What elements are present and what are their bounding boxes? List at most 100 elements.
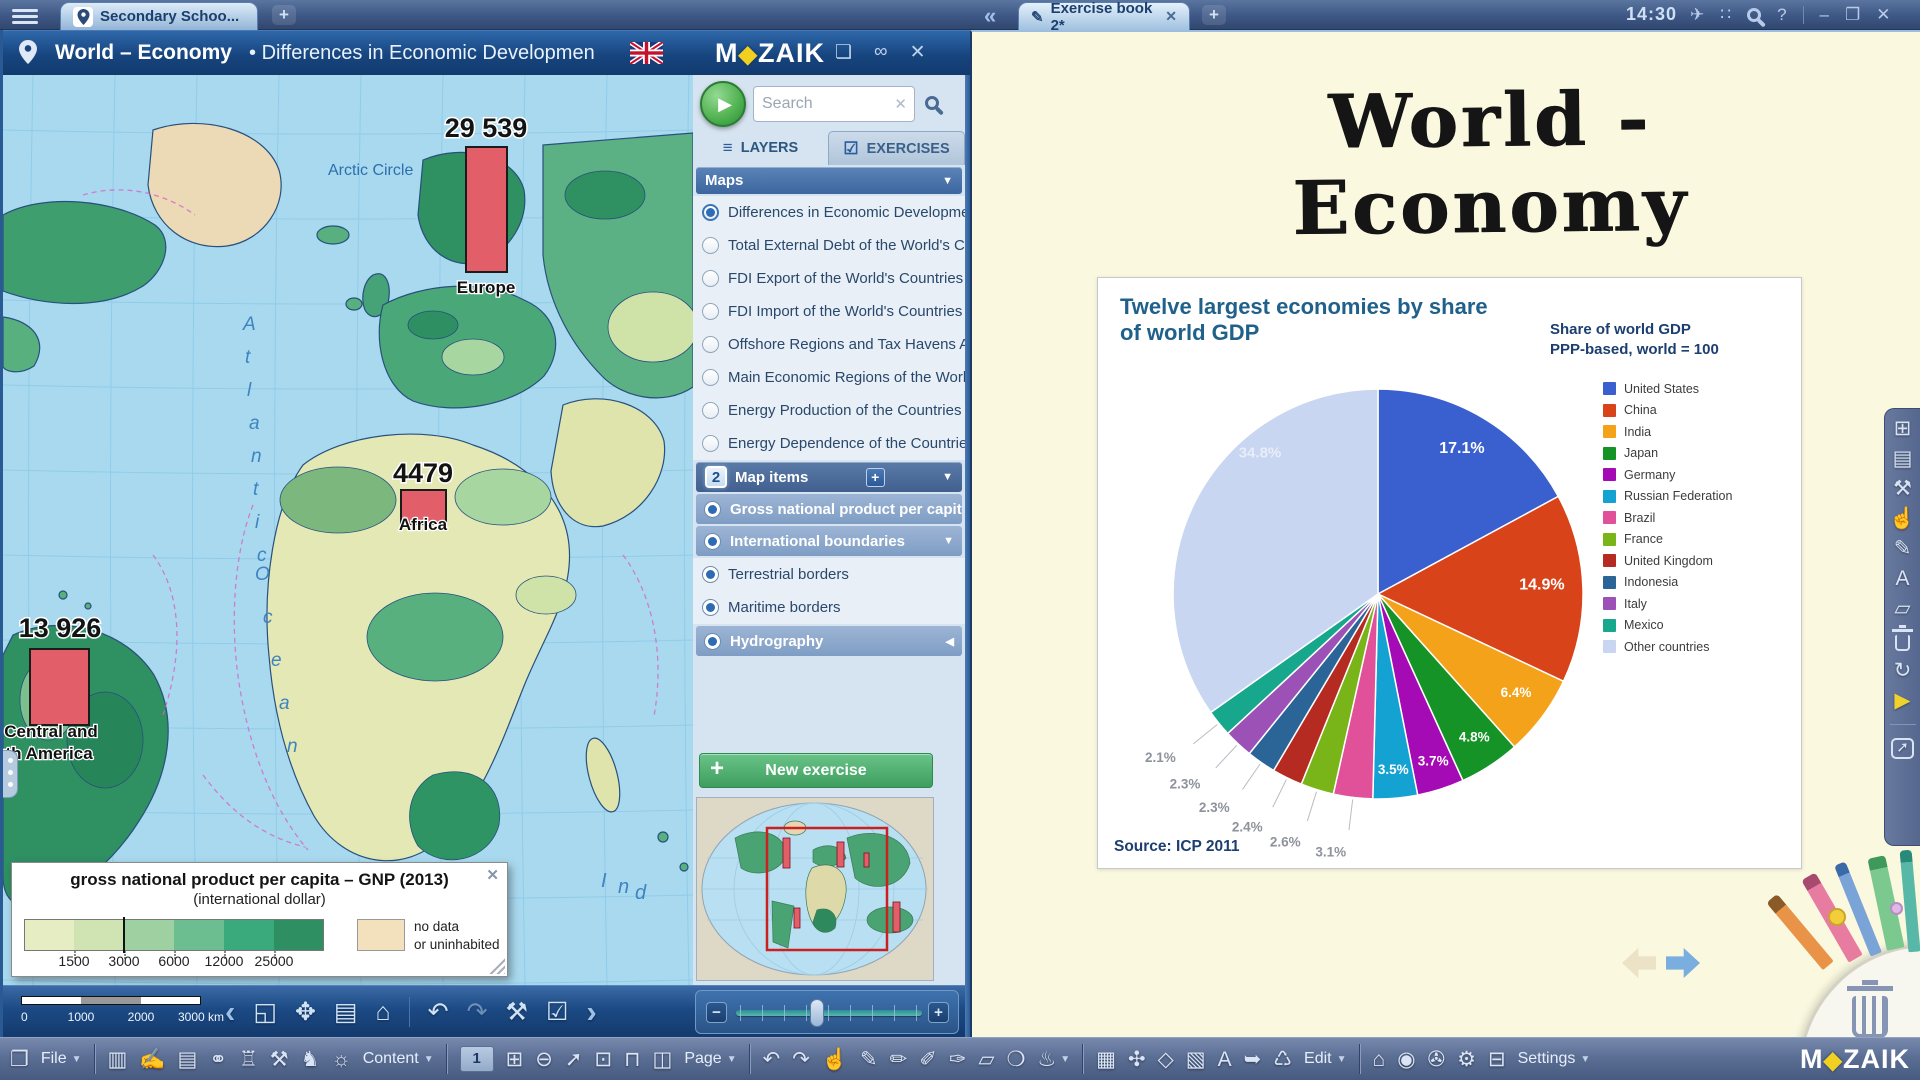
tools-icon[interactable]: ⚒ xyxy=(506,997,528,1027)
layer-group-hydrography[interactable]: Hydrography◀ xyxy=(696,626,962,656)
layer-toggle[interactable] xyxy=(704,633,721,650)
layer-item[interactable]: Terrestrial borders xyxy=(693,558,965,591)
search-icon[interactable] xyxy=(925,96,939,110)
next-page-arrow[interactable] xyxy=(1666,948,1700,978)
compass-tool-icon[interactable]: ✣ xyxy=(1128,1049,1146,1070)
play-icon[interactable]: ▶ xyxy=(1894,690,1910,711)
mortarboard-icon[interactable]: ✍ xyxy=(139,1049,165,1070)
map-list-item[interactable]: FDI Export of the World's Countries xyxy=(693,262,965,295)
layer-toggle[interactable] xyxy=(704,533,721,550)
radio-button[interactable] xyxy=(702,303,719,320)
document-icon[interactable]: ▤ xyxy=(178,1049,198,1070)
notebook-icon[interactable]: ▥ xyxy=(108,1049,128,1070)
map-list-item[interactable]: Offshore Regions and Tax Havens Around t… xyxy=(693,328,965,361)
zoom-in-button[interactable]: + xyxy=(928,1002,949,1023)
pointer-path-icon[interactable]: ➚ xyxy=(565,1049,583,1070)
tab-layers[interactable]: ≡LAYERS xyxy=(693,131,828,165)
trash-icon[interactable]: ♺ xyxy=(1273,1049,1292,1070)
record-icon[interactable]: ↻ xyxy=(1894,660,1912,681)
new-tab-button[interactable]: + xyxy=(1202,5,1226,25)
exercise-check-icon[interactable]: ☑ xyxy=(546,997,568,1027)
display-icon[interactable]: ⊡ xyxy=(594,1049,612,1070)
search-input[interactable] xyxy=(762,90,890,118)
layer-item[interactable]: Maritime borders xyxy=(693,591,965,624)
redo-icon[interactable]: ↷ xyxy=(467,997,488,1027)
layer-group-international[interactable]: International boundaries▼ xyxy=(696,526,962,556)
prev-map-icon[interactable]: ‹ xyxy=(225,994,235,1030)
add-page-icon[interactable]: ⊞ xyxy=(1894,418,1912,439)
page-number[interactable]: 1 xyxy=(460,1046,494,1072)
hand-icon[interactable]: ☝ xyxy=(1889,508,1915,529)
split-view-icon[interactable]: ◫ xyxy=(652,1049,672,1070)
page-menu[interactable]: Page▼ xyxy=(684,1050,736,1068)
notes-icon[interactable]: ▤ xyxy=(1893,448,1913,469)
collapse-tabs-icon[interactable]: « xyxy=(984,3,996,29)
settings-menu[interactable]: Settings▼ xyxy=(1518,1050,1591,1068)
tab-exercise-book[interactable]: ✎ Exercise book 2* ✕ xyxy=(1018,2,1190,30)
easel-icon[interactable]: ⊓ xyxy=(624,1049,640,1070)
pen-cup-icon[interactable]: ♨ xyxy=(1037,1049,1056,1070)
tools-icon[interactable]: ⚒ xyxy=(1893,478,1912,499)
gear-icon[interactable]: ⚙ xyxy=(1457,1049,1476,1070)
tab-secondary-school[interactable]: Secondary Schoo... xyxy=(60,2,258,30)
data-table-icon[interactable]: ▤ xyxy=(334,997,358,1027)
undo-icon[interactable]: ↶ xyxy=(763,1049,781,1070)
home-view-icon[interactable]: ⌂ xyxy=(376,998,391,1027)
trash-icon[interactable] xyxy=(1852,996,1888,1038)
new-exercise-button[interactable]: +New exercise xyxy=(699,753,933,788)
radio-button[interactable] xyxy=(702,270,719,287)
layer-toggle[interactable] xyxy=(702,599,719,616)
knight-icon[interactable]: ♞ xyxy=(301,1049,320,1070)
world-map[interactable]: Arctic CircleAtlanticOceanInd29 539Europ… xyxy=(3,75,693,985)
layer-group-gross[interactable]: Gross national product per capita+◀ xyxy=(696,494,962,524)
page-add-icon[interactable]: ⊞ xyxy=(506,1049,524,1070)
add-layer-button[interactable]: + xyxy=(866,468,885,487)
clear-search-icon[interactable]: ✕ xyxy=(894,95,907,113)
grid-icon[interactable]: ▦ xyxy=(1096,1049,1116,1070)
redo-icon[interactable]: ↷ xyxy=(792,1049,810,1070)
radio-button[interactable] xyxy=(702,336,719,353)
send-to-page-icon[interactable]: ❏ xyxy=(835,41,852,64)
museum-icon[interactable]: ♖ xyxy=(239,1049,258,1070)
main-menu-icon[interactable] xyxy=(12,6,38,24)
minimize-icon[interactable]: – xyxy=(1820,5,1829,25)
close-tab-icon[interactable]: ✕ xyxy=(1165,8,1177,25)
radio-button[interactable] xyxy=(702,204,719,221)
uk-flag-icon[interactable] xyxy=(630,42,663,64)
map-list-item[interactable]: Main Economic Regions of the World xyxy=(693,361,965,394)
map-canvas[interactable]: Arctic CircleAtlanticOceanInd29 539Europ… xyxy=(3,75,693,985)
apps-grid-icon[interactable]: ∷ xyxy=(1720,5,1731,25)
drawer-icon[interactable]: ⊟ xyxy=(1488,1049,1506,1070)
radio-button[interactable] xyxy=(702,435,719,452)
zoom-out-button[interactable]: − xyxy=(706,1002,727,1023)
trash-icon[interactable] xyxy=(1895,635,1910,651)
layer-toggle[interactable] xyxy=(702,566,719,583)
next-map-icon[interactable]: › xyxy=(586,994,596,1030)
radio-button[interactable] xyxy=(702,237,719,254)
mozaik-logo[interactable]: M◆ZAIK xyxy=(1800,1044,1910,1075)
binoculars-icon[interactable]: ⚭ xyxy=(209,1049,227,1070)
map-list-item[interactable]: Differences in Economic Development xyxy=(693,196,965,229)
film-icon[interactable]: ▧ xyxy=(1186,1049,1206,1070)
map-drawer-handle[interactable] xyxy=(3,750,18,798)
resize-handle[interactable] xyxy=(488,957,505,974)
layer-toggle[interactable] xyxy=(704,501,721,518)
maps-section-header[interactable]: Maps▼ xyxy=(696,167,962,194)
close-icon[interactable]: ✕ xyxy=(486,866,499,884)
tab-exercises[interactable]: ☑EXERCISES xyxy=(828,131,965,165)
text-icon[interactable]: A xyxy=(1218,1049,1232,1070)
edit-menu[interactable]: Edit▼ xyxy=(1304,1050,1346,1068)
pen-icon[interactable]: ✐ xyxy=(919,1049,937,1070)
bulb-icon[interactable]: ☼ xyxy=(331,1049,350,1070)
close-icon[interactable]: ✕ xyxy=(1876,5,1890,25)
map-list-item[interactable]: Energy Dependence of the Countries xyxy=(693,427,965,460)
shape-icon[interactable]: ◇ xyxy=(1158,1049,1174,1070)
home-check-icon[interactable]: ⌂ xyxy=(1373,1049,1386,1070)
new-tab-button[interactable]: + xyxy=(272,5,296,25)
undo-icon[interactable]: ↶ xyxy=(428,997,449,1027)
play-button[interactable]: ▶ xyxy=(700,81,746,127)
highlighter-icon[interactable]: ✏ xyxy=(890,1049,908,1070)
fill-icon[interactable]: ❍ xyxy=(1007,1049,1026,1070)
map-items-header[interactable]: 2Map items+▼ xyxy=(696,462,962,492)
close-icon[interactable]: ✕ xyxy=(910,41,926,64)
